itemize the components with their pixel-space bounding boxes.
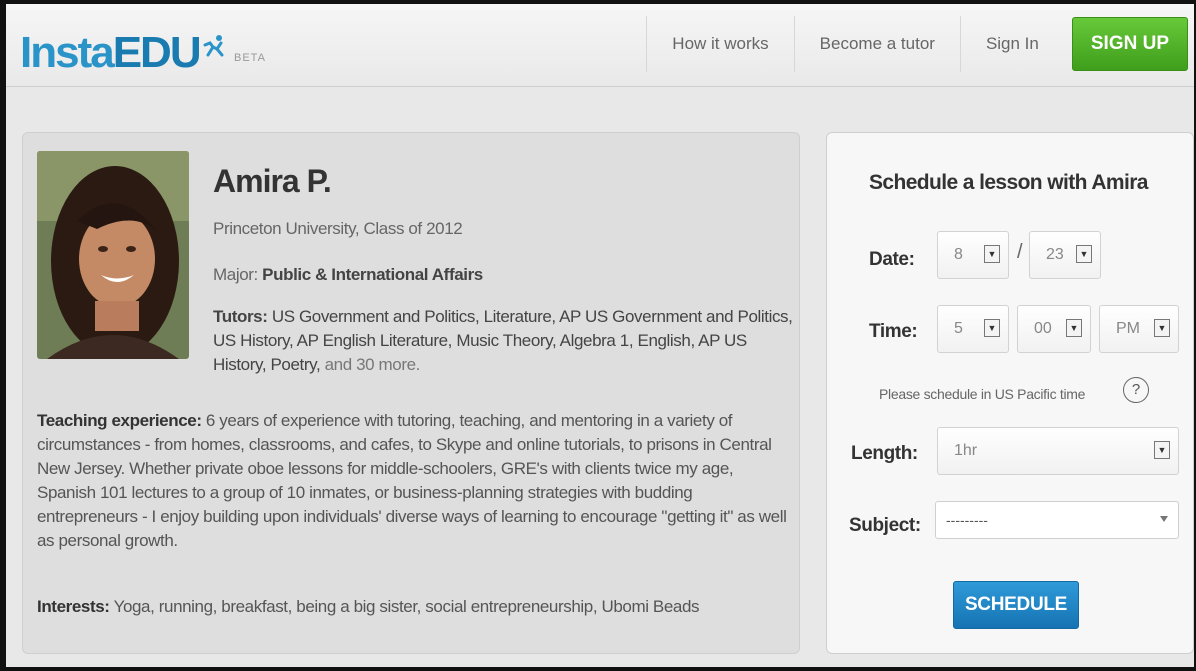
- tutors-label: Tutors:: [213, 307, 268, 326]
- time-ampm-select[interactable]: PM ▼: [1099, 305, 1179, 353]
- tutor-subjects: Tutors: US Government and Politics, Lite…: [213, 305, 793, 377]
- tutor-school: Princeton University, Class of 2012: [213, 219, 463, 238]
- nav-sign-in[interactable]: Sign In: [959, 16, 1064, 72]
- length-select[interactable]: 1hr ▼: [937, 427, 1179, 475]
- tutor-name: Amira P.: [213, 163, 332, 199]
- date-label: Date:: [869, 249, 915, 270]
- major-value: Public & International Affairs: [262, 265, 483, 284]
- running-figure-icon: [202, 20, 228, 70]
- chevron-down-icon: ▼: [1154, 441, 1170, 459]
- time-label: Time:: [869, 321, 918, 342]
- subject-select[interactable]: ---------: [935, 501, 1179, 539]
- time-hour-select[interactable]: 5 ▼: [937, 305, 1009, 353]
- chevron-down-icon: ▼: [984, 245, 1000, 263]
- teaching-experience: Teaching experience: 6 years of experien…: [37, 409, 792, 553]
- site-header: InstaEDU BETA How it works Become a tuto…: [6, 4, 1194, 87]
- date-month-select[interactable]: 8 ▼: [937, 231, 1009, 279]
- schedule-title: Schedule a lesson with Amira: [869, 171, 1148, 194]
- question-circle-icon[interactable]: ?: [1123, 377, 1149, 403]
- date-day-select[interactable]: 23 ▼: [1029, 231, 1101, 279]
- tutor-profile-panel: Amira P. Princeton University, Class of …: [22, 132, 800, 654]
- app-window: InstaEDU BETA How it works Become a tuto…: [6, 4, 1194, 667]
- teaching-label: Teaching experience:: [37, 411, 202, 430]
- time-ampm-value: PM: [1116, 320, 1140, 337]
- nav-become-tutor[interactable]: Become a tutor: [793, 16, 960, 72]
- chevron-down-icon: [1160, 516, 1168, 522]
- date-month-value: 8: [954, 246, 963, 263]
- time-minute-value: 00: [1034, 320, 1052, 337]
- length-label: Length:: [851, 443, 918, 464]
- logo-edu: EDU: [112, 28, 202, 77]
- tutor-photo: [37, 151, 189, 359]
- nav-how-it-works[interactable]: How it works: [646, 16, 793, 72]
- site-logo[interactable]: InstaEDU: [20, 20, 228, 78]
- length-value: 1hr: [954, 442, 978, 459]
- timezone-note: Please schedule in US Pacific time: [879, 386, 1086, 402]
- tutors-value: US Government and Politics, Literature, …: [213, 307, 793, 374]
- time-hour-value: 5: [954, 320, 963, 337]
- top-nav: How it works Become a tutor Sign In SIGN…: [646, 16, 1194, 72]
- subject-value: ---------: [946, 512, 988, 528]
- tutors-more-link[interactable]: and 30 more.: [325, 355, 421, 374]
- teaching-value: 6 years of experience with tutoring, tea…: [37, 411, 787, 550]
- chevron-down-icon: ▼: [1076, 245, 1092, 263]
- time-minute-select[interactable]: 00 ▼: [1017, 305, 1091, 353]
- beta-badge: BETA: [234, 52, 266, 64]
- schedule-button[interactable]: SCHEDULE: [953, 581, 1079, 629]
- chevron-down-icon: ▼: [1066, 319, 1082, 337]
- logo-insta: Insta: [20, 28, 115, 77]
- date-separator: /: [1017, 241, 1023, 263]
- tutor-major: Major: Public & International Affairs: [213, 265, 483, 285]
- interests-value: Yoga, running, breakfast, being a big si…: [113, 597, 700, 616]
- major-label: Major:: [213, 265, 258, 284]
- schedule-panel: Schedule a lesson with Amira Date: 8 ▼ /…: [826, 132, 1194, 654]
- subject-label: Subject:: [849, 515, 921, 536]
- interests: Interests: Yoga, running, breakfast, bei…: [37, 595, 792, 619]
- chevron-down-icon: ▼: [1154, 319, 1170, 337]
- date-day-value: 23: [1046, 246, 1064, 263]
- chevron-down-icon: ▼: [984, 319, 1000, 337]
- interests-label: Interests:: [37, 597, 110, 616]
- sign-up-button[interactable]: SIGN UP: [1071, 17, 1188, 71]
